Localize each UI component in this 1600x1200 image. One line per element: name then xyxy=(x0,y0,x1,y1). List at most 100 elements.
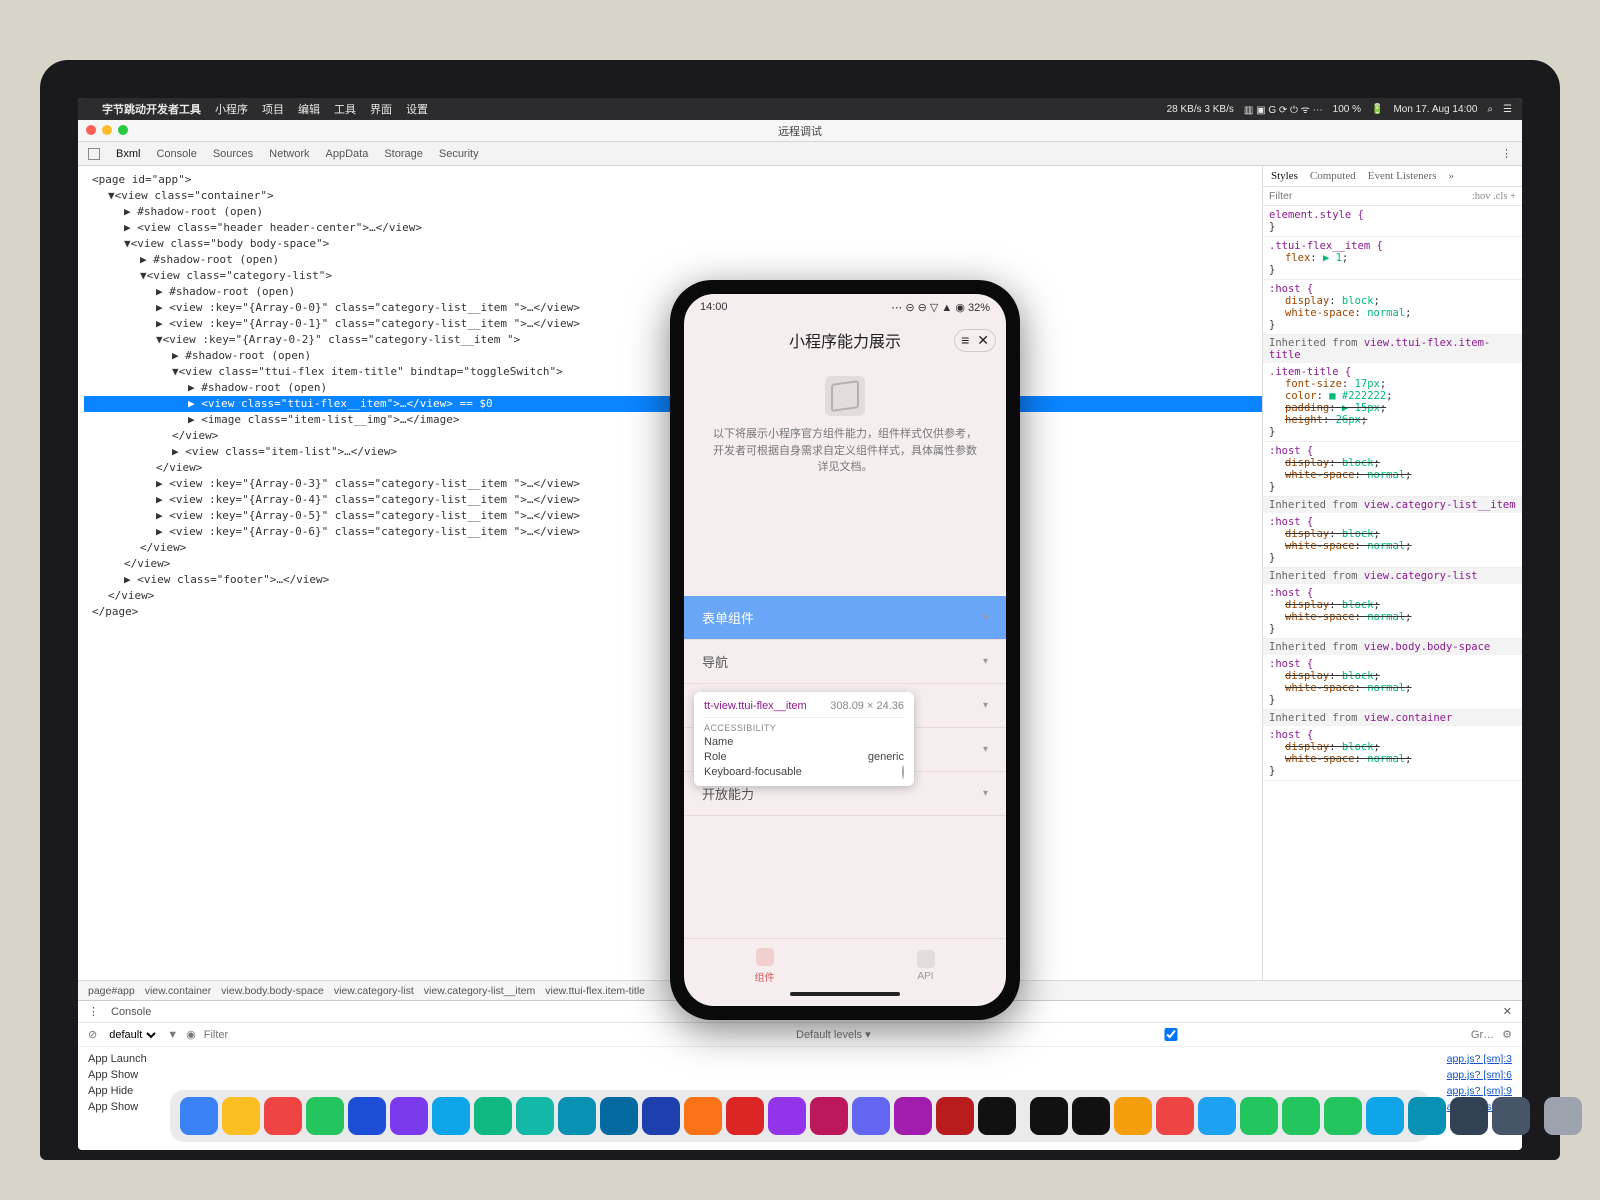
style-rule[interactable]: …:host {display: block;white-space: norm… xyxy=(1263,442,1522,497)
close-icon[interactable]: ✕ xyxy=(977,332,989,349)
dock-app[interactable] xyxy=(474,1097,512,1135)
menu-item[interactable]: 界面 xyxy=(370,104,392,116)
style-rule[interactable]: …:host {display: block;white-space: norm… xyxy=(1263,513,1522,568)
dock-app[interactable] xyxy=(1198,1097,1236,1135)
breadcrumb-item[interactable]: view.ttui-flex.item-title xyxy=(545,985,645,997)
devtools-tab-bxml[interactable]: Bxml xyxy=(116,148,140,160)
style-rule[interactable]: ….ttui-flex__item {flex: ▶ 1;} xyxy=(1263,237,1522,280)
log-source-link[interactable]: app.js? [sm]:6 xyxy=(1447,1067,1512,1083)
style-rule[interactable]: …:host {display: block;white-space: norm… xyxy=(1263,655,1522,710)
tab-event-listeners[interactable]: Event Listeners xyxy=(1368,170,1437,182)
dock-app[interactable] xyxy=(684,1097,722,1135)
console-tab[interactable]: Console xyxy=(111,1006,151,1018)
breadcrumb-item[interactable]: view.category-list__item xyxy=(424,985,535,997)
phone-tab[interactable]: API xyxy=(845,939,1006,992)
styles-toggles[interactable]: :hov .cls + xyxy=(1472,191,1516,202)
tab-styles[interactable]: Styles xyxy=(1271,170,1298,182)
menu-icon[interactable]: ≡ xyxy=(961,332,969,348)
dock-app[interactable] xyxy=(978,1097,1016,1135)
maximize-icon[interactable] xyxy=(118,125,128,135)
style-rule[interactable]: element.style {} xyxy=(1263,206,1522,237)
menu-item[interactable]: 项目 xyxy=(262,104,284,116)
dock-app[interactable] xyxy=(348,1097,386,1135)
dom-node[interactable]: ▶ <view class="header header-center">…</… xyxy=(84,220,1262,236)
home-indicator[interactable] xyxy=(684,992,1006,1006)
dock-app[interactable] xyxy=(852,1097,890,1135)
dock-app[interactable] xyxy=(1030,1097,1068,1135)
control-center-icon[interactable]: ☰ xyxy=(1503,104,1512,115)
styles-filter-input[interactable] xyxy=(1269,190,1472,202)
list-item[interactable]: 表单组件▾ xyxy=(684,596,1006,640)
menubar-app[interactable]: 字节跳动开发者工具 xyxy=(102,101,201,117)
settings-icon[interactable]: ⚙ xyxy=(1502,1028,1512,1041)
devtools-tab-appdata[interactable]: AppData xyxy=(326,148,369,160)
console-filter-input[interactable] xyxy=(204,1029,788,1041)
console-log-row[interactable]: App Showapp.js? [sm]:6 xyxy=(88,1067,1512,1083)
style-rule[interactable]: …:host {display: block;white-space: norm… xyxy=(1263,280,1522,335)
dock-app[interactable] xyxy=(726,1097,764,1135)
dock-app[interactable] xyxy=(1156,1097,1194,1135)
dock-app[interactable] xyxy=(1450,1097,1488,1135)
dock-app[interactable] xyxy=(264,1097,302,1135)
list-item[interactable]: 导航▾ xyxy=(684,640,1006,684)
tab-computed[interactable]: Computed xyxy=(1310,170,1356,182)
dom-node[interactable]: ▶ #shadow-root (open) xyxy=(84,204,1262,220)
dock-app[interactable] xyxy=(1324,1097,1362,1135)
dock-app[interactable] xyxy=(1114,1097,1152,1135)
dock-app[interactable] xyxy=(558,1097,596,1135)
menu-item[interactable]: 小程序 xyxy=(215,104,248,116)
dock-app[interactable] xyxy=(306,1097,344,1135)
more-icon[interactable]: ⋮ xyxy=(1501,147,1512,160)
phone-tabbar[interactable]: 组件API xyxy=(684,938,1006,992)
menu-item[interactable]: 工具 xyxy=(334,104,356,116)
close-icon[interactable]: ✕ xyxy=(1503,1005,1512,1018)
breadcrumb-item[interactable]: view.body.body-space xyxy=(221,985,324,997)
devtools-tab-console[interactable]: Console xyxy=(156,148,196,160)
dom-node[interactable]: ▶ #shadow-root (open) xyxy=(84,252,1262,268)
inspect-icon[interactable] xyxy=(88,148,100,160)
dom-node[interactable]: ▼<view class="category-list"> xyxy=(84,268,1262,284)
dock-app[interactable] xyxy=(1366,1097,1404,1135)
dock-app[interactable] xyxy=(768,1097,806,1135)
dock-app[interactable] xyxy=(1282,1097,1320,1135)
group-checkbox[interactable] xyxy=(879,1028,1463,1041)
dock-app[interactable] xyxy=(894,1097,932,1135)
traffic-lights[interactable] xyxy=(86,125,128,135)
breadcrumb-item[interactable]: view.container xyxy=(145,985,212,997)
clear-icon[interactable]: ⊘ xyxy=(88,1028,97,1041)
style-rule[interactable]: ….item-title {font-size: 17px;color: ■ #… xyxy=(1263,363,1522,442)
levels-select[interactable]: Default levels ▾ xyxy=(796,1028,871,1041)
dock-app[interactable] xyxy=(936,1097,974,1135)
dock-app[interactable] xyxy=(516,1097,554,1135)
dom-node[interactable]: ▶ #shadow-root (open) xyxy=(84,284,1262,300)
dock-app[interactable] xyxy=(642,1097,680,1135)
dom-node[interactable]: ▼<view class="body body-space"> xyxy=(84,236,1262,252)
dom-node[interactable]: <page id="app"> xyxy=(84,172,1262,188)
dom-node[interactable]: ▼<view class="container"> xyxy=(84,188,1262,204)
tab-more[interactable]: » xyxy=(1448,170,1454,182)
dock-app[interactable] xyxy=(432,1097,470,1135)
dock-app[interactable] xyxy=(1240,1097,1278,1135)
menu-item[interactable]: 编辑 xyxy=(298,104,320,116)
mac-menubar[interactable]: 字节跳动开发者工具 小程序项目编辑工具界面设置 28 KB/s 3 KB/s ▥… xyxy=(78,98,1522,120)
style-rule[interactable]: …:host {display: block;white-space: norm… xyxy=(1263,726,1522,781)
eye-icon[interactable]: ◉ xyxy=(186,1028,196,1041)
dock-app[interactable] xyxy=(222,1097,260,1135)
breadcrumb-item[interactable]: view.category-list xyxy=(334,985,414,997)
dock-app[interactable] xyxy=(1492,1097,1530,1135)
drawer-toggle-icon[interactable]: ⋮ xyxy=(88,1005,99,1018)
devtools-tab-network[interactable]: Network xyxy=(269,148,309,160)
devtools-tab-sources[interactable]: Sources xyxy=(213,148,253,160)
dock-app[interactable] xyxy=(1072,1097,1110,1135)
dock-app[interactable] xyxy=(390,1097,428,1135)
close-icon[interactable] xyxy=(86,125,96,135)
style-rule[interactable]: …:host {display: block;white-space: norm… xyxy=(1263,584,1522,639)
minimize-icon[interactable] xyxy=(102,125,112,135)
macos-dock[interactable] xyxy=(170,1090,1430,1142)
breadcrumb-item[interactable]: page#app xyxy=(88,985,135,997)
log-source-link[interactable]: app.js? [sm]:3 xyxy=(1447,1051,1512,1067)
context-select[interactable]: default xyxy=(105,1028,159,1042)
styles-tabs[interactable]: Styles Computed Event Listeners » xyxy=(1263,166,1522,187)
devtools-tab-security[interactable]: Security xyxy=(439,148,479,160)
menu-item[interactable]: 设置 xyxy=(406,104,428,116)
